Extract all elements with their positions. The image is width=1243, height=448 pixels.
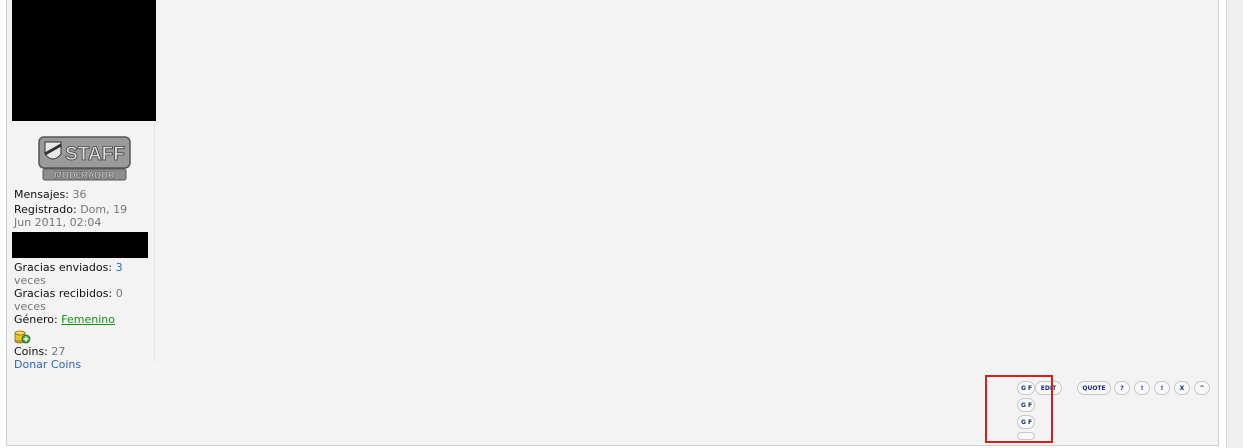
messages-row: Mensajes: 36 <box>14 188 152 201</box>
report-button[interactable]: ! <box>1134 381 1150 395</box>
warn-button[interactable]: ! <box>1154 381 1170 395</box>
avatar-redacted <box>12 0 156 121</box>
gender-row: Género: Femenino <box>14 313 152 326</box>
registered-label: Registrado: <box>14 203 77 216</box>
thanks-received-row: Gracias recibidos: 0 <box>14 287 152 300</box>
messages-label: Mensajes: <box>14 188 69 201</box>
redacted-field <box>12 232 148 258</box>
thanks-received-label: Gracias recibidos: <box>14 287 113 300</box>
coins-icon <box>14 330 31 344</box>
user-profile-column: STAFF MODERADOR Mensajes: 36 Registrado:… <box>12 0 156 371</box>
gf-button-1[interactable]: G F <box>1017 381 1035 395</box>
gf-button-4-partial[interactable] <box>1017 432 1035 440</box>
gf-button-2[interactable]: G F <box>1017 398 1035 412</box>
gf-button-3[interactable]: G F <box>1017 415 1035 429</box>
staff-moderator-badge: STAFF MODERADOR <box>38 136 131 181</box>
thanks-sent-link[interactable]: 3 <box>116 261 123 274</box>
thanks-sent-label: Gracias enviados: <box>14 261 113 274</box>
coins-label: Coins: <box>14 345 48 358</box>
top-button[interactable]: ^ <box>1194 381 1210 395</box>
help-button[interactable]: ? <box>1114 381 1130 395</box>
post-panel <box>6 0 1219 446</box>
coins-value: 27 <box>51 345 66 358</box>
gender-link[interactable]: Femenino <box>61 313 115 326</box>
thanks-sent-unit: veces <box>14 274 46 287</box>
badge-subtitle: MODERADOR <box>55 170 115 180</box>
thanks-sent-row: Gracias enviados: 3 <box>14 261 152 274</box>
donate-coins-link[interactable]: Donar Coins <box>14 358 81 371</box>
thanks-received-unit: veces <box>14 300 46 313</box>
scrollbar[interactable] <box>1226 0 1243 448</box>
edit-button[interactable]: EDIT <box>1035 381 1062 395</box>
messages-value: 36 <box>72 188 87 201</box>
delete-button[interactable]: X <box>1174 381 1190 395</box>
registered-value-2: Jun 2011, 02:04 <box>14 216 102 229</box>
gender-label: Género: <box>14 313 58 326</box>
quote-button[interactable]: QUOTE <box>1077 381 1111 395</box>
registered-value-1: Dom, 19 <box>80 203 128 216</box>
thanks-received-value: 0 <box>115 287 123 300</box>
badge-title: STAFF <box>65 144 125 165</box>
registered-row: Registrado: Dom, 19 <box>14 203 152 216</box>
coins-row: Coins: 27 <box>14 345 152 358</box>
profile-details: Mensajes: 36 Registrado: Dom, 19 Jun 201… <box>12 188 152 371</box>
